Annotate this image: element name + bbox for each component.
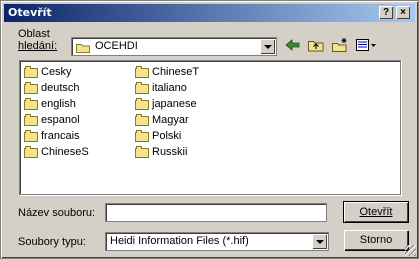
folder-icon	[24, 146, 38, 158]
back-arrow-icon[interactable]	[284, 37, 302, 53]
cancel-button-label: Storno	[359, 234, 393, 246]
cancel-button[interactable]: Storno	[344, 230, 408, 250]
filetype-combo[interactable]: Heidi Information Files (*.hif)	[105, 232, 329, 251]
title-bar[interactable]: Otevřít ? ×	[4, 4, 415, 22]
resize-grip[interactable]	[405, 245, 416, 256]
filetype-dropdown-button[interactable]	[312, 234, 327, 249]
view-menu-icon[interactable]	[355, 37, 377, 53]
folder-icon	[24, 66, 38, 78]
lookin-label-line2: hledání:	[18, 40, 58, 52]
new-folder-icon[interactable]	[331, 37, 349, 53]
lookin-combo[interactable]: OCEHDI	[71, 37, 277, 56]
close-button[interactable]: ×	[396, 6, 410, 19]
folder-icon	[135, 82, 149, 94]
open-button-label: Otevřít	[359, 206, 393, 218]
help-button[interactable]: ?	[379, 6, 393, 19]
up-folder-icon[interactable]	[307, 37, 325, 53]
lookin-value: OCEHDI	[95, 40, 138, 52]
folder-icon	[135, 66, 149, 78]
folder-icon	[76, 42, 90, 53]
filename-field[interactable]	[105, 203, 327, 222]
filename-label: Název souboru:	[18, 207, 96, 219]
file-list[interactable]: Cesky deutsch english espanol francais C…	[19, 60, 401, 195]
folder-icon	[24, 82, 38, 94]
filetype-value: Heidi Information Files (*.hif)	[110, 235, 249, 247]
open-dialog: Otevřít ? × Oblast hledání: OCEHDI Cesky…	[0, 0, 419, 259]
lookin-label-line1: Oblast	[18, 28, 50, 40]
dialog-title: Otevřít	[8, 6, 52, 19]
filetype-label: Soubory typu:	[18, 236, 86, 248]
folder-icon	[135, 98, 149, 110]
folder-icon	[135, 130, 149, 142]
open-button[interactable]: Otevřít	[343, 201, 409, 223]
folder-icon	[24, 114, 38, 126]
folder-icon	[135, 146, 149, 158]
folder-icon	[24, 130, 38, 142]
lookin-dropdown-button[interactable]	[260, 39, 275, 54]
folder-icon	[135, 114, 149, 126]
folder-icon	[24, 98, 38, 110]
